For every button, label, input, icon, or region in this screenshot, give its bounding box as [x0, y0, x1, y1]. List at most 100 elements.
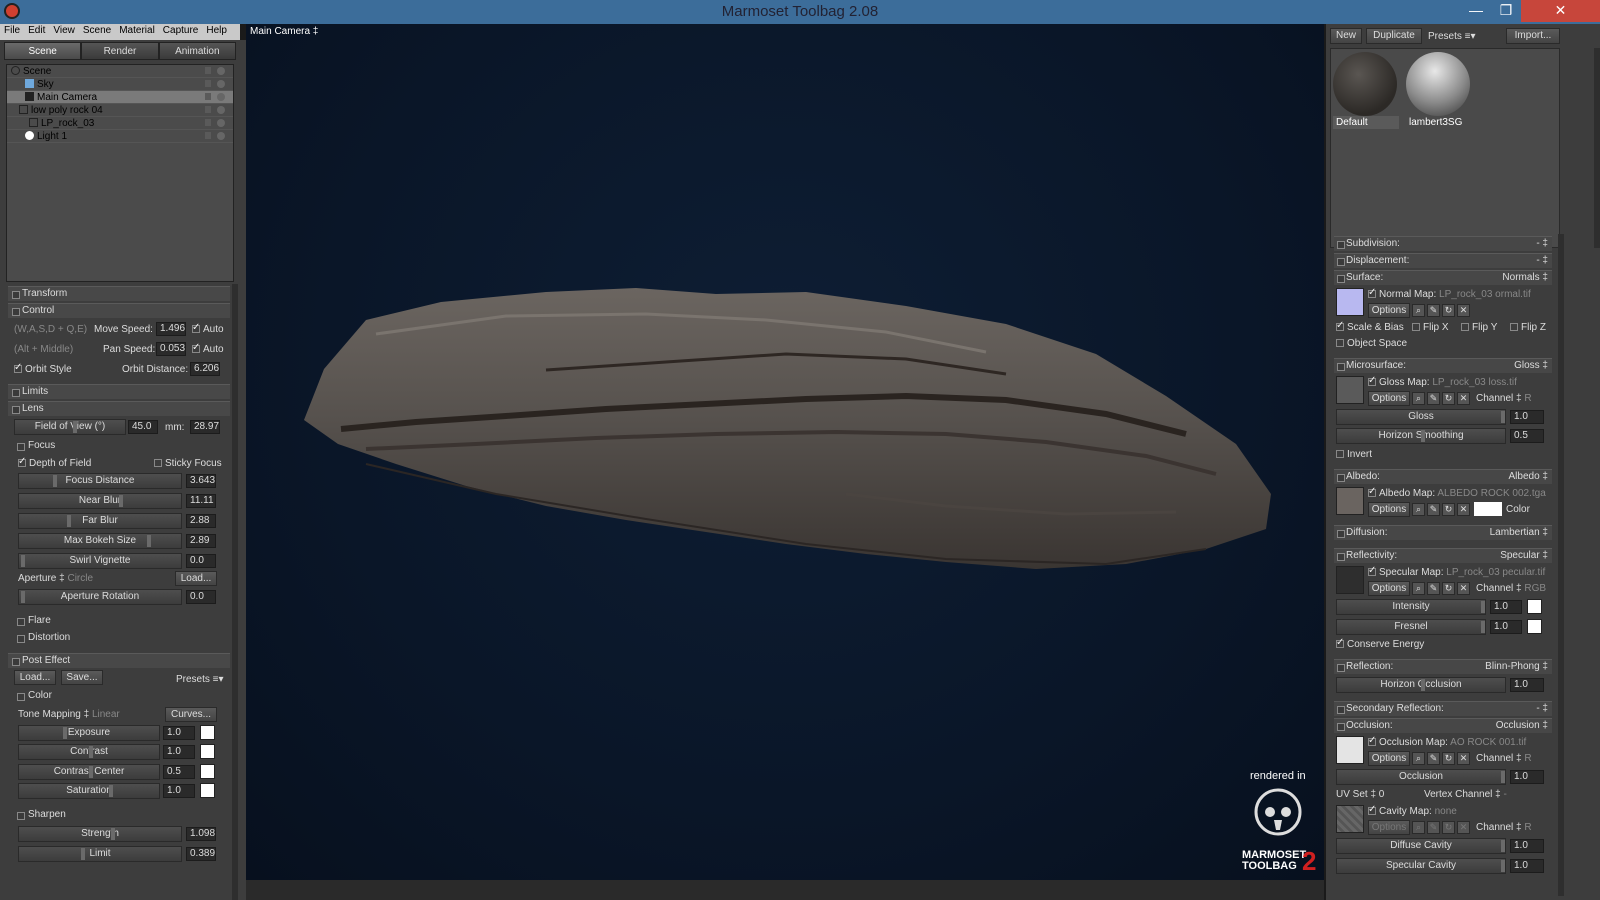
section-control[interactable]: Control: [8, 303, 230, 318]
gloss-options-button[interactable]: Options: [1368, 391, 1410, 406]
horizon-occlusion-field[interactable]: 1.0: [1510, 678, 1544, 692]
normal-map-thumbnail[interactable]: [1336, 288, 1364, 316]
fresnel-color-swatch[interactable]: [1527, 619, 1542, 634]
section-color[interactable]: Color: [14, 689, 226, 703]
3d-viewport[interactable]: Main Camera ‡ rendered in MARMOSET TOOLB…: [246, 24, 1324, 880]
normal-options-button[interactable]: Options: [1368, 303, 1410, 318]
contrast-slider[interactable]: Contrast: [18, 744, 160, 760]
far-blur-field[interactable]: 2.88: [186, 514, 216, 528]
search-icon[interactable]: ⌕: [1412, 392, 1425, 405]
reload-icon[interactable]: ↻: [1442, 582, 1455, 595]
contrast-field[interactable]: 1.0: [163, 745, 195, 759]
section-focus[interactable]: Focus: [14, 439, 226, 453]
tab-scene[interactable]: Scene: [4, 42, 82, 60]
swirl-field[interactable]: 0.0: [186, 554, 216, 568]
gloss-channel-select[interactable]: Channel ‡ R: [1476, 393, 1532, 404]
reload-icon[interactable]: ↻: [1442, 752, 1455, 765]
gloss-slider[interactable]: Gloss: [1336, 409, 1506, 425]
tree-item-light[interactable]: Light 1: [7, 130, 233, 143]
occlusion-map-thumbnail[interactable]: [1336, 736, 1364, 764]
minimize-icon[interactable]: —: [1461, 0, 1491, 22]
orbit-distance-field[interactable]: 6.206: [190, 362, 220, 376]
horizon-smoothing-field[interactable]: 0.5: [1510, 429, 1544, 443]
section-sharpen[interactable]: Sharpen: [14, 808, 226, 822]
menu-view[interactable]: View: [49, 24, 79, 37]
aperture-rotation-field[interactable]: 0.0: [186, 590, 216, 604]
post-save-button[interactable]: Save...: [61, 670, 103, 685]
edit-icon[interactable]: ✎: [1427, 582, 1440, 595]
gloss-field[interactable]: 1.0: [1510, 410, 1544, 424]
menu-capture[interactable]: Capture: [159, 24, 203, 37]
specular-map-checkbox[interactable]: Specular Map: LP_rock_03 pecular.tif: [1368, 565, 1545, 578]
specular-map-thumbnail[interactable]: [1336, 566, 1364, 594]
section-displacement[interactable]: Displacement: - ‡: [1334, 253, 1552, 268]
edit-icon[interactable]: ✎: [1427, 752, 1440, 765]
duplicate-material-button[interactable]: Duplicate: [1366, 28, 1422, 44]
material-lambert3sg[interactable]: lambert3SG: [1406, 52, 1472, 134]
search-icon[interactable]: ⌕: [1412, 582, 1425, 595]
intensity-field[interactable]: 1.0: [1490, 600, 1522, 614]
focus-distance-slider[interactable]: Focus Distance: [18, 473, 182, 489]
horizon-smoothing-slider[interactable]: Horizon Smoothing: [1336, 428, 1506, 444]
tree-item-main-camera[interactable]: Main Camera: [7, 91, 233, 104]
search-icon[interactable]: ⌕: [1412, 304, 1425, 317]
near-blur-slider[interactable]: Near Blur: [18, 493, 182, 509]
strength-slider[interactable]: Strength: [18, 826, 182, 842]
section-limits[interactable]: Limits: [8, 384, 230, 399]
section-reflection[interactable]: Reflection: Blinn-Phong ‡: [1334, 659, 1552, 674]
saturation-color-swatch[interactable]: [200, 783, 215, 798]
section-flare[interactable]: Flare: [14, 614, 226, 628]
post-presets-menu[interactable]: Presets ≡▾: [176, 674, 224, 685]
gloss-map-checkbox[interactable]: Gloss Map: LP_rock_03 loss.tif: [1368, 375, 1517, 388]
reload-icon[interactable]: ↻: [1442, 503, 1455, 516]
diffuse-cavity-slider[interactable]: Diffuse Cavity: [1336, 838, 1506, 854]
move-auto-checkbox[interactable]: Auto: [192, 322, 224, 335]
contrast-center-color-swatch[interactable]: [200, 764, 215, 779]
specular-cavity-field[interactable]: 1.0: [1510, 859, 1544, 873]
aperture-load-button[interactable]: Load...: [175, 571, 217, 586]
contrast-center-field[interactable]: 0.5: [163, 765, 195, 779]
clear-icon[interactable]: ✕: [1457, 392, 1470, 405]
specular-cavity-slider[interactable]: Specular Cavity: [1336, 858, 1506, 874]
menu-scene[interactable]: Scene: [79, 24, 115, 37]
edit-icon[interactable]: ✎: [1427, 821, 1440, 834]
left-scrollbar[interactable]: [232, 284, 238, 900]
edit-icon[interactable]: ✎: [1427, 304, 1440, 317]
section-transform[interactable]: Transform: [8, 286, 230, 301]
occlusion-slider[interactable]: Occlusion: [1336, 769, 1506, 785]
occlusion-field[interactable]: 1.0: [1510, 770, 1544, 784]
aperture-select[interactable]: Aperture ‡ Circle: [18, 573, 93, 584]
curves-button[interactable]: Curves...: [165, 707, 217, 722]
move-speed-field[interactable]: 1.496: [156, 322, 186, 336]
section-diffusion[interactable]: Diffusion: Lambertian ‡: [1334, 525, 1552, 540]
specular-channel-select[interactable]: Channel ‡ RGB: [1476, 583, 1546, 594]
section-occlusion[interactable]: Occlusion: Occlusion ‡: [1334, 718, 1552, 733]
tree-item-sky[interactable]: Sky: [7, 78, 233, 91]
reload-icon[interactable]: ↻: [1442, 304, 1455, 317]
section-subdivision[interactable]: Subdivision: - ‡: [1334, 236, 1552, 251]
invert-checkbox[interactable]: Invert: [1336, 449, 1372, 460]
exposure-color-swatch[interactable]: [200, 725, 215, 740]
reload-icon[interactable]: ↻: [1442, 821, 1455, 834]
flip-x-checkbox[interactable]: Flip X: [1412, 322, 1449, 333]
gloss-map-thumbnail[interactable]: [1336, 376, 1364, 404]
close-icon[interactable]: ✕: [1521, 0, 1600, 22]
menu-file[interactable]: File: [0, 24, 24, 37]
limit-slider[interactable]: Limit: [18, 846, 182, 862]
intensity-slider[interactable]: Intensity: [1336, 599, 1486, 615]
fov-field[interactable]: 45.0: [128, 420, 158, 434]
albedo-map-checkbox[interactable]: Albedo Map: ALBEDO ROCK 002.tga: [1368, 486, 1546, 499]
saturation-field[interactable]: 1.0: [163, 784, 195, 798]
properties-scrollbar[interactable]: [1558, 234, 1564, 896]
menu-material[interactable]: Material: [115, 24, 159, 37]
diffuse-cavity-field[interactable]: 1.0: [1510, 839, 1544, 853]
object-space-checkbox[interactable]: Object Space: [1336, 338, 1407, 349]
occlusion-channel-select[interactable]: Channel ‡ R: [1476, 753, 1532, 764]
fov-slider[interactable]: Field of View (°): [14, 419, 126, 435]
import-button[interactable]: Import...: [1506, 28, 1560, 44]
material-presets-menu[interactable]: Presets ≡▾: [1428, 31, 1476, 42]
tree-item-lp-rock[interactable]: LP_rock_03: [7, 117, 233, 130]
pan-auto-checkbox[interactable]: Auto: [192, 342, 224, 355]
fresnel-field[interactable]: 1.0: [1490, 620, 1522, 634]
contrast-color-swatch[interactable]: [200, 744, 215, 759]
